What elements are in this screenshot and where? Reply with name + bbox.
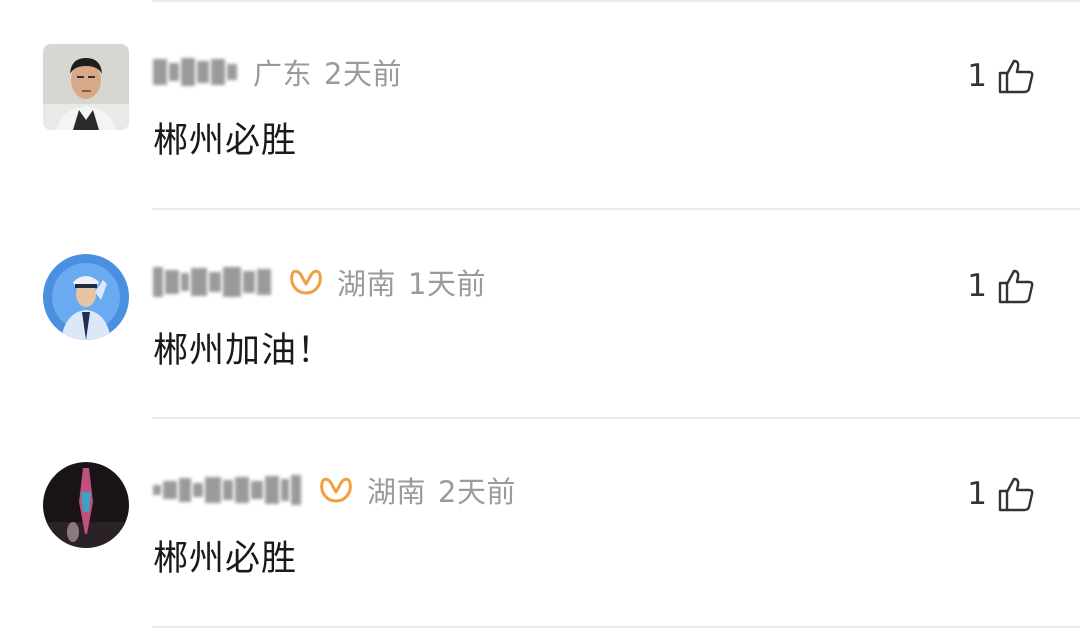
divider	[152, 626, 1080, 628]
comment-text: 郴州必胜	[153, 539, 298, 579]
thumbs-up-icon	[998, 59, 1034, 94]
comment-time: 1天前	[408, 267, 486, 301]
like-count: 1	[967, 268, 987, 304]
comment-header: 湖南 2天前	[153, 470, 516, 510]
vip-badge-icon	[320, 477, 352, 503]
comment-item: 广东 2天前 郴州必胜 1	[0, 44, 1080, 244]
vip-badge-icon	[290, 269, 322, 295]
divider	[152, 417, 1080, 419]
thumbs-up-icon	[998, 269, 1034, 304]
avatar[interactable]	[43, 254, 129, 340]
comment-location: 广东	[253, 57, 313, 91]
comment-text: 郴州必胜	[153, 121, 298, 161]
avatar[interactable]	[43, 462, 129, 548]
comment-header: 广东 2天前	[153, 52, 402, 92]
username-blurred[interactable]	[153, 54, 239, 90]
comment-meta: 湖南 2天前	[367, 469, 516, 511]
username-blurred[interactable]	[153, 472, 303, 508]
comment-meta: 广东 2天前	[253, 51, 402, 93]
comment-meta: 湖南 1天前	[337, 261, 486, 303]
comment-location: 湖南	[367, 475, 427, 509]
police-salute-avatar	[43, 254, 129, 340]
tower-night-avatar	[43, 462, 129, 548]
comment-location: 湖南	[337, 267, 397, 301]
comment-time: 2天前	[438, 475, 516, 509]
comment-list: 广东 2天前 郴州必胜 1 湖南 1天前 郴州加油！ 1 湖南 2天前 郴州必胜…	[0, 0, 1080, 634]
divider	[152, 0, 1080, 2]
divider	[152, 208, 1080, 210]
like-count: 1	[967, 476, 987, 512]
username-blurred[interactable]	[153, 264, 273, 300]
comment-item: 湖南 2天前 郴州必胜 1	[0, 462, 1080, 634]
comment-item: 湖南 1天前 郴州加油！ 1	[0, 254, 1080, 454]
person-photo-avatar	[43, 44, 129, 130]
like-count: 1	[967, 58, 987, 94]
like-button[interactable]: 1	[967, 266, 1035, 306]
like-button[interactable]: 1	[967, 56, 1035, 96]
avatar[interactable]	[43, 44, 129, 130]
comment-header: 湖南 1天前	[153, 262, 486, 302]
like-button[interactable]: 1	[967, 474, 1035, 514]
comment-time: 2天前	[324, 57, 402, 91]
thumbs-up-icon	[998, 477, 1034, 512]
comment-text: 郴州加油！	[153, 331, 334, 371]
